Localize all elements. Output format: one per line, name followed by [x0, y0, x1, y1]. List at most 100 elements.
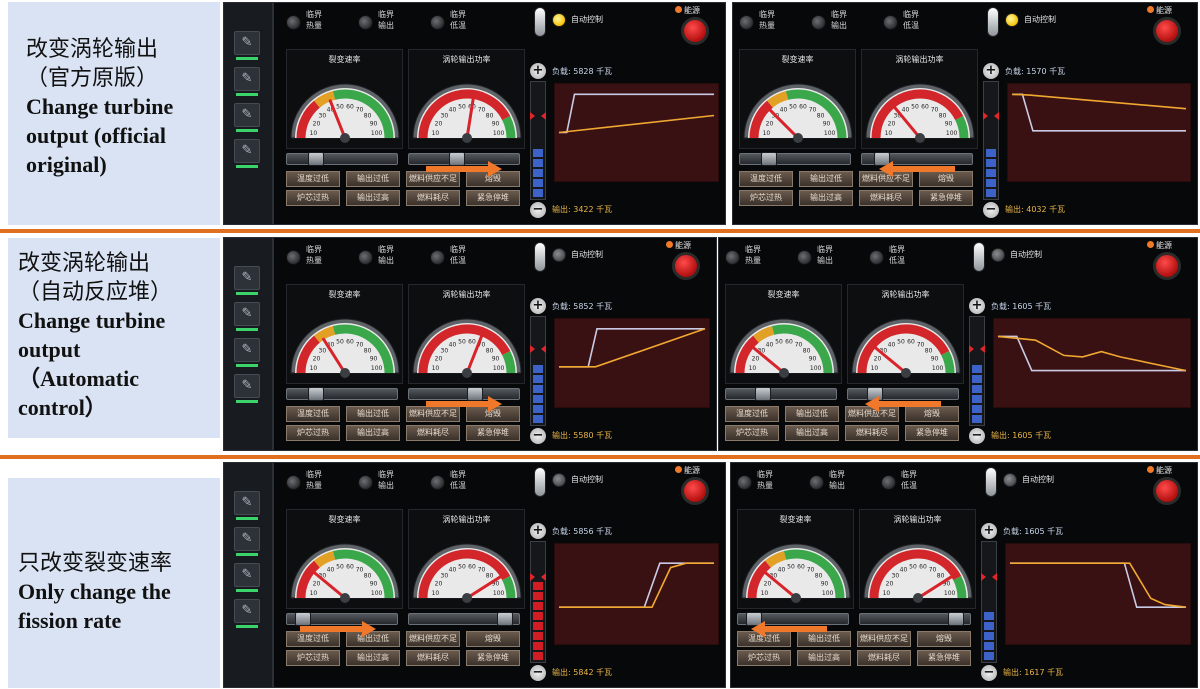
plus-button[interactable]: +: [983, 63, 999, 79]
alarm-button[interactable]: 输出过高: [346, 650, 400, 666]
alarm-button[interactable]: 燃料供应不足: [406, 631, 460, 647]
minus-button[interactable]: −: [530, 202, 546, 218]
load-readout: 负载: 5856 千瓦: [552, 527, 613, 536]
fission-rate-slider[interactable]: [286, 387, 398, 401]
slider-knob[interactable]: [755, 387, 771, 401]
alarm-button[interactable]: 燃料耗尽: [845, 425, 899, 441]
alarm-buttons: 温度过低 输出过低 燃料供应不足 熔毁 炉芯过热 输出过高 燃料耗尽 紧急停堆: [286, 171, 526, 211]
fission-rate-slider[interactable]: [286, 152, 398, 166]
alarm-button[interactable]: 温度过低: [286, 171, 340, 187]
alarm-button[interactable]: 炉芯过热: [737, 650, 791, 666]
power-button[interactable]: [1153, 17, 1181, 45]
alarm-button[interactable]: 炉芯过热: [286, 650, 340, 666]
alarm-button[interactable]: 紧急停堆: [905, 425, 959, 441]
minus-button[interactable]: −: [983, 202, 999, 218]
auto-control-toggle[interactable]: [534, 467, 546, 497]
row-divider: [0, 455, 1200, 459]
alarm-button[interactable]: 温度过低: [725, 406, 779, 422]
slider-knob[interactable]: [497, 612, 513, 626]
fission-rate-slider[interactable]: [725, 387, 837, 401]
alarm-button[interactable]: 燃料耗尽: [859, 190, 913, 206]
alarm-button[interactable]: 燃料耗尽: [406, 190, 460, 206]
rod-marker: [980, 345, 985, 353]
rod-level-bar: [530, 541, 546, 663]
edit-icon[interactable]: ✎: [234, 491, 260, 515]
direction-arrow: [865, 396, 941, 412]
arrow-shaft: [893, 166, 955, 172]
slider-knob[interactable]: [308, 387, 324, 401]
power-button[interactable]: [672, 252, 700, 280]
edit-icon[interactable]: ✎: [234, 338, 260, 362]
auto-control-toggle[interactable]: [534, 7, 546, 37]
power-button[interactable]: [1153, 477, 1181, 505]
auto-control-toggle[interactable]: [985, 467, 997, 497]
warning-indicator: 临界 热量: [286, 7, 356, 43]
alarm-button[interactable]: 燃料耗尽: [406, 425, 460, 441]
edit-icon[interactable]: ✎: [234, 302, 260, 326]
edit-icon[interactable]: ✎: [234, 266, 260, 290]
minus-button[interactable]: −: [981, 665, 997, 681]
gauge-hub: [793, 133, 803, 143]
edit-icon[interactable]: ✎: [234, 599, 260, 623]
minus-button[interactable]: −: [530, 665, 546, 681]
alarm-button[interactable]: 输出过低: [785, 406, 839, 422]
status-bar: [236, 517, 258, 520]
alarm-button[interactable]: 炉芯过热: [286, 425, 340, 441]
alarm-button[interactable]: 燃料耗尽: [406, 650, 460, 666]
turbine-output-slider[interactable]: [408, 612, 520, 626]
alarm-button[interactable]: 输出过低: [346, 406, 400, 422]
alarm-button[interactable]: 输出过高: [799, 190, 853, 206]
alarm-button[interactable]: 炉芯过热: [739, 190, 793, 206]
slider-knob[interactable]: [761, 152, 777, 166]
alarm-button[interactable]: 炉芯过热: [725, 425, 779, 441]
rod-level-segment: [972, 365, 982, 373]
alarm-button[interactable]: 紧急停堆: [466, 425, 520, 441]
alarm-button[interactable]: 熔毁: [466, 631, 520, 647]
power-button[interactable]: [681, 477, 709, 505]
alarm-button[interactable]: 输出过高: [346, 425, 400, 441]
gauge-dial: 102030405060708090100: [851, 318, 961, 378]
alarm-button[interactable]: 紧急停堆: [466, 190, 520, 206]
alarm-button[interactable]: 温度过低: [739, 171, 793, 187]
edit-icon[interactable]: ✎: [234, 139, 260, 163]
alarm-button[interactable]: 输出过高: [797, 650, 851, 666]
auto-control-toggle[interactable]: [534, 242, 546, 272]
alarm-button[interactable]: 炉芯过热: [286, 190, 340, 206]
power-button[interactable]: [1153, 252, 1181, 280]
plus-button[interactable]: +: [981, 523, 997, 539]
plus-button[interactable]: +: [530, 298, 546, 314]
edit-icon[interactable]: ✎: [234, 563, 260, 587]
slider-knob[interactable]: [948, 612, 964, 626]
edit-icon[interactable]: ✎: [234, 103, 260, 127]
turbine-output-slider[interactable]: [859, 612, 971, 626]
edit-icon[interactable]: ✎: [234, 31, 260, 55]
power-button[interactable]: [681, 17, 709, 45]
alarm-button[interactable]: 燃料供应不足: [857, 631, 911, 647]
auto-control-toggle[interactable]: [973, 242, 985, 272]
alarm-button[interactable]: 紧急停堆: [917, 650, 971, 666]
plus-button[interactable]: +: [969, 298, 985, 314]
slider-knob[interactable]: [308, 152, 324, 166]
auto-control-toggle[interactable]: [987, 7, 999, 37]
minus-button[interactable]: −: [969, 428, 985, 444]
edit-icon[interactable]: ✎: [234, 527, 260, 551]
alarm-button[interactable]: 输出过低: [799, 171, 853, 187]
edit-icon[interactable]: ✎: [234, 67, 260, 91]
reactor-panel: ✎ ✎ ✎ ✎ 临界 热量 临界 输出 临界 低温 裂变速率 10 20 30 40 50 60 70 80 90 10…: [223, 237, 717, 451]
plus-button[interactable]: +: [530, 523, 546, 539]
alarm-button[interactable]: 温度过低: [286, 406, 340, 422]
alarm-button[interactable]: 燃料耗尽: [857, 650, 911, 666]
alarm-button[interactable]: 输出过高: [346, 190, 400, 206]
alarm-button[interactable]: 熔毁: [917, 631, 971, 647]
alarm-button[interactable]: 紧急停堆: [466, 650, 520, 666]
power-chart: [559, 562, 714, 609]
edit-icon[interactable]: ✎: [234, 374, 260, 398]
power-label-text: 能源: [684, 466, 700, 475]
fission-rate-slider[interactable]: [739, 152, 851, 166]
minus-button[interactable]: −: [530, 428, 546, 444]
alarm-button[interactable]: 输出过低: [346, 171, 400, 187]
alarm-button[interactable]: 紧急停堆: [919, 190, 973, 206]
plus-button[interactable]: +: [530, 63, 546, 79]
rod-marker: [983, 112, 988, 120]
alarm-button[interactable]: 输出过高: [785, 425, 839, 441]
